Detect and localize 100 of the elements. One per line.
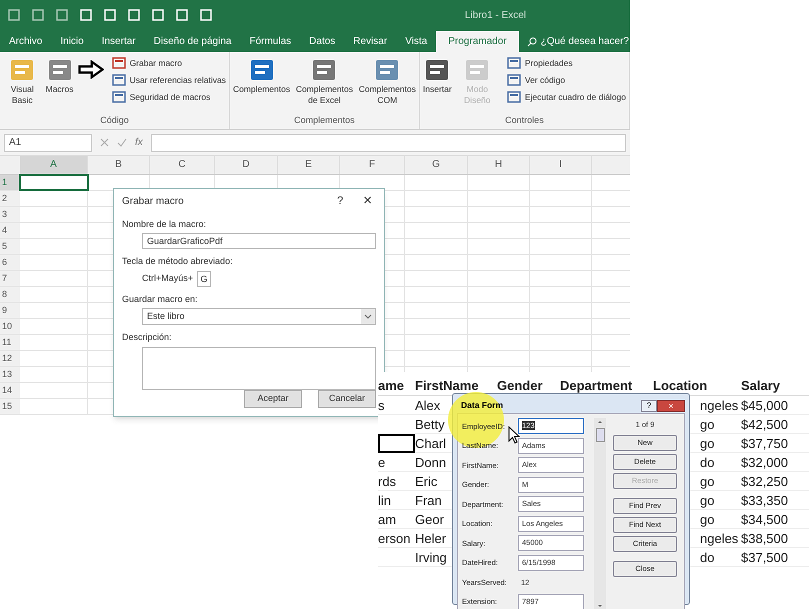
- ribbon-tab[interactable]: Fórmulas: [240, 31, 300, 52]
- dialog-button[interactable]: Cancelar: [318, 390, 376, 408]
- shortcut-key-field[interactable]: G: [197, 270, 212, 287]
- ribbon-tab[interactable]: Archivo: [0, 31, 52, 52]
- formula-field[interactable]: [150, 134, 626, 152]
- column-header[interactable]: B: [88, 156, 150, 174]
- window-title: Libro1 - Excel: [464, 8, 526, 22]
- command-icon: [506, 56, 521, 70]
- row-header[interactable]: 11: [0, 335, 20, 350]
- table-cell: Irving: [415, 550, 447, 564]
- row-header[interactable]: 15: [0, 399, 20, 414]
- table-cell: go: [700, 474, 714, 488]
- name-box[interactable]: A1: [4, 134, 92, 152]
- row-header[interactable]: 5: [0, 239, 20, 254]
- scroll-down-icon[interactable]: [596, 602, 604, 609]
- ribbon-button[interactable]: Visual Basic: [3, 56, 42, 106]
- column-header[interactable]: C: [150, 156, 215, 174]
- table-cell: lin: [378, 492, 392, 508]
- column-header[interactable]: H: [468, 156, 530, 174]
- column-header[interactable]: G: [405, 156, 468, 174]
- table-cell: Charl: [415, 436, 446, 450]
- table-cell: do: [700, 454, 714, 470]
- row-header[interactable]: 14: [0, 383, 20, 398]
- check-icon[interactable]: [117, 138, 127, 147]
- column-heading: Gender: [497, 376, 544, 394]
- table-cell: $32,000: [741, 454, 788, 470]
- table-cell: ngeles: [700, 398, 738, 412]
- table-cell: am: [378, 512, 396, 526]
- column-heading: Department: [560, 376, 634, 395]
- row-header[interactable]: 12: [0, 351, 20, 366]
- ribbon-tab[interactable]: Revisar: [344, 31, 396, 52]
- command-icon: [506, 90, 521, 104]
- table-cell: $38,500: [741, 530, 788, 546]
- row-header[interactable]: 4: [0, 223, 20, 238]
- ribbon-small-button[interactable]: Ver código: [506, 73, 626, 87]
- store-dropdown[interactable]: Este libro: [142, 308, 376, 326]
- ribbon-small-button[interactable]: Usar referencias relativas: [112, 73, 226, 87]
- pointer-arrow-drawing: [78, 60, 104, 79]
- column-header[interactable]: D: [215, 156, 278, 174]
- column-header[interactable]: I: [530, 156, 592, 174]
- column-header[interactable]: E: [278, 156, 340, 174]
- row-header[interactable]: 6: [0, 255, 20, 270]
- table-cell: e: [378, 454, 386, 470]
- scroll-up-icon[interactable]: [596, 418, 604, 426]
- ribbon-tab[interactable]: Diseño de página: [144, 31, 240, 52]
- table-cell: Fran: [415, 492, 442, 508]
- table-cell: go: [700, 436, 714, 450]
- ribbon-tab[interactable]: Datos: [300, 31, 344, 52]
- column-header[interactable]: F: [340, 156, 405, 174]
- table-cell: $33,350: [741, 492, 788, 508]
- ribbon-tab[interactable]: Programador: [436, 31, 519, 52]
- ribbon-tab[interactable]: Inicio: [51, 31, 93, 52]
- scrollbar[interactable]: [594, 418, 606, 609]
- command-icon: [506, 73, 521, 87]
- ribbon-button[interactable]: Macros: [46, 56, 74, 95]
- table-cell: Alex: [415, 398, 440, 412]
- ribbon-button[interactable]: Complementos de Excel: [294, 56, 355, 106]
- row-header[interactable]: 8: [0, 287, 20, 302]
- tell-me-field[interactable]: ¿Qué desea hacer?: [526, 31, 629, 52]
- ribbon-tab[interactable]: Vista: [396, 31, 436, 52]
- ribbon-small-button[interactable]: Propiedades: [506, 56, 626, 70]
- help-button[interactable]: ?: [641, 400, 657, 412]
- ribbon-small-button[interactable]: Ejecutar cuadro de diálogo: [506, 90, 626, 104]
- ribbon-tab[interactable]: Insertar: [92, 31, 145, 52]
- row-header[interactable]: 13: [0, 367, 20, 382]
- shortcut-prefix: Ctrl+Mayús+: [142, 272, 194, 285]
- ribbon-button[interactable]: Complementos COM: [358, 56, 416, 106]
- selected-cell[interactable]: [378, 434, 415, 452]
- table-cell: $37,500: [741, 550, 788, 564]
- table-cell: go: [700, 512, 714, 526]
- ribbon-small-button[interactable]: Grabar macro: [112, 56, 226, 70]
- close-button[interactable]: ×: [657, 400, 685, 412]
- dialog-button[interactable]: Aceptar: [244, 390, 302, 408]
- group-label: Código: [99, 114, 130, 127]
- column-heading: Salary: [741, 376, 782, 395]
- ribbon-button[interactable]: Insertar: [422, 56, 452, 95]
- selected-cell[interactable]: [20, 175, 88, 190]
- group-label: Controles: [504, 114, 545, 126]
- description-field[interactable]: [142, 346, 376, 390]
- close-button[interactable]: ×: [363, 190, 376, 212]
- table-cell: Eric: [415, 474, 438, 488]
- help-button[interactable]: ?: [337, 193, 344, 210]
- row-header[interactable]: 2: [0, 191, 20, 206]
- column-header[interactable]: A: [20, 156, 88, 174]
- table-cell: go: [700, 492, 714, 508]
- row-header[interactable]: 9: [0, 303, 20, 318]
- table-cell: erson: [378, 530, 411, 546]
- row-header[interactable]: 7: [0, 271, 20, 286]
- row-header[interactable]: 1: [0, 175, 20, 190]
- macro-name-field[interactable]: GuardarGraficoPdf: [142, 233, 376, 250]
- function-button[interactable]: fx: [135, 135, 143, 150]
- command-icon: [112, 90, 126, 104]
- row-header[interactable]: 10: [0, 319, 20, 334]
- scroll-thumb[interactable]: [596, 428, 604, 442]
- field-label: Tecla de método abreviado:: [122, 255, 234, 268]
- ribbon-button[interactable]: Complementos: [232, 56, 290, 95]
- row-header[interactable]: 3: [0, 207, 20, 222]
- ribbon-small-button[interactable]: Seguridad de macros: [112, 90, 226, 104]
- field-label: Descripción:: [122, 331, 173, 344]
- dialog-title: Grabar macro: [122, 194, 185, 209]
